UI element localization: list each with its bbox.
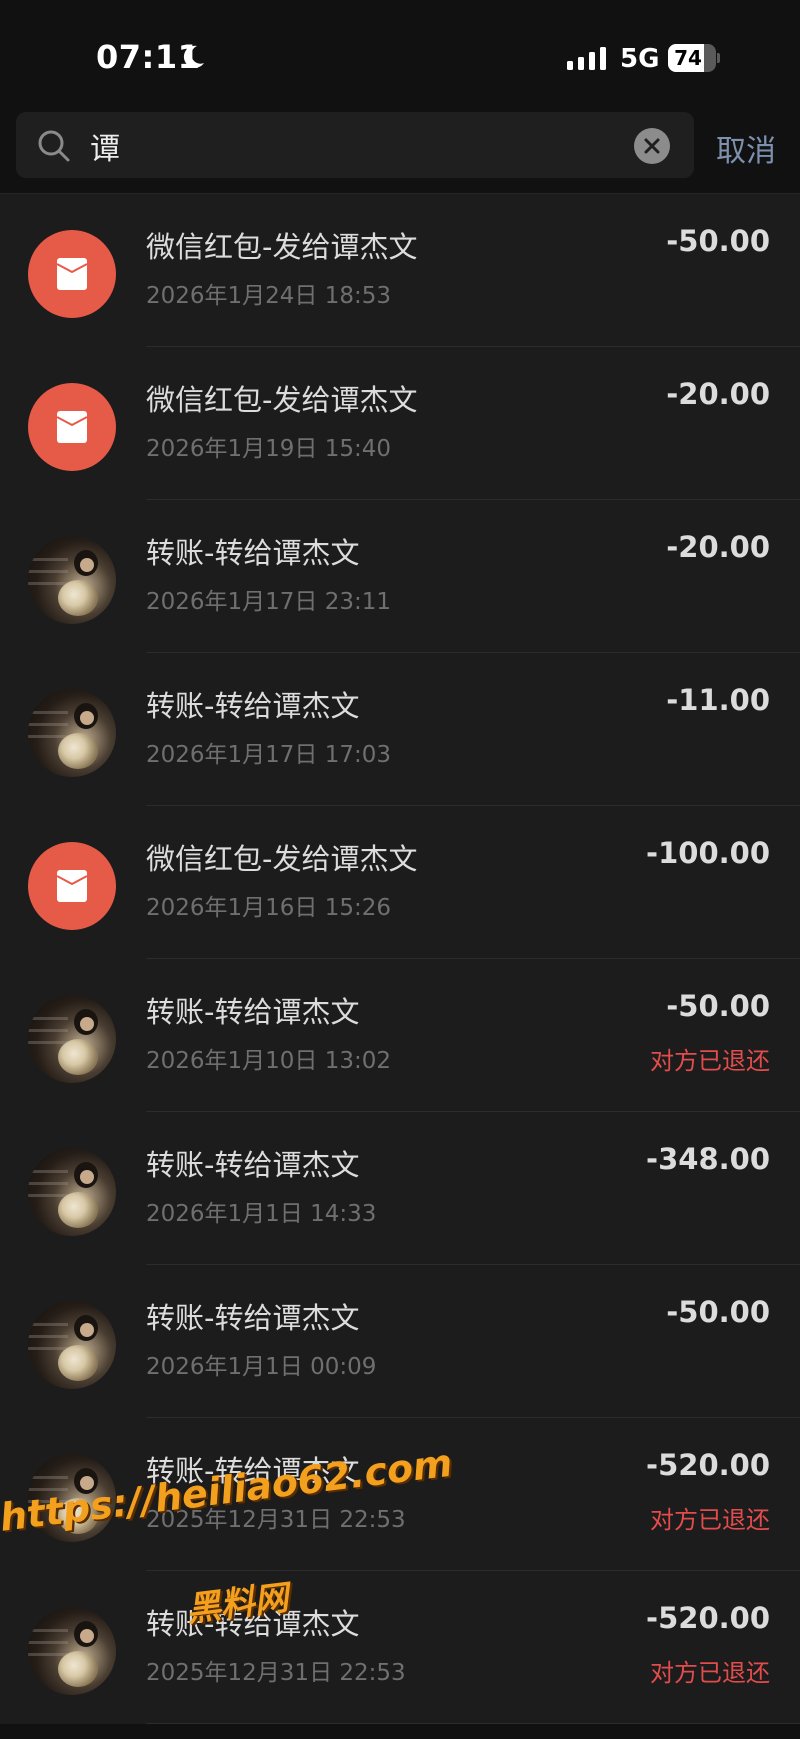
transaction-time: 2026年1月10日 13:02: [146, 1048, 392, 1074]
transaction-title: 转账-转给谭杰文: [146, 1301, 360, 1335]
transaction-amount: -50.00: [666, 1295, 770, 1329]
transaction-item[interactable]: 转账-转给谭杰文 2026年1月1日 14:33 -348.00: [0, 1112, 800, 1265]
transaction-title: 微信红包-发给谭杰文: [146, 230, 418, 264]
transaction-time: 2026年1月24日 18:53: [146, 283, 392, 309]
refund-status: 对方已退还: [650, 1506, 770, 1534]
clear-search-icon[interactable]: [634, 128, 670, 164]
network-type: 5G: [620, 44, 660, 74]
transaction-amount: -11.00: [666, 683, 770, 717]
search-icon: [38, 130, 70, 162]
transaction-title: 转账-转给谭杰文: [146, 1607, 360, 1641]
refund-status: 对方已退还: [650, 1047, 770, 1075]
contact-avatar: [28, 1607, 116, 1695]
contact-avatar: [28, 536, 116, 624]
red-packet-icon: [28, 230, 116, 318]
transaction-list: 微信红包-发给谭杰文 2026年1月24日 18:53 -50.00 微信红包-…: [0, 194, 800, 1724]
cancel-button[interactable]: 取消: [716, 126, 776, 170]
contact-avatar: [28, 689, 116, 777]
transaction-time: 2026年1月17日 23:11: [146, 589, 392, 615]
contact-avatar: [28, 1301, 116, 1389]
transaction-time: 2025年12月31日 22:53: [146, 1507, 406, 1533]
transaction-time: 2026年1月17日 17:03: [146, 742, 392, 768]
battery-percent: 74: [674, 46, 702, 70]
transaction-title: 转账-转给谭杰文: [146, 1148, 360, 1182]
contact-avatar: [28, 995, 116, 1083]
transaction-item[interactable]: 微信红包-发给谭杰文 2026年1月19日 15:40 -20.00: [0, 347, 800, 500]
transaction-amount: -50.00: [666, 989, 770, 1023]
transaction-time: 2026年1月16日 15:26: [146, 895, 392, 921]
signal-strength-icon: [567, 47, 606, 70]
transaction-title: 微信红包-发给谭杰文: [146, 383, 418, 417]
red-packet-icon: [28, 383, 116, 471]
transaction-item[interactable]: 微信红包-发给谭杰文 2026年1月24日 18:53 -50.00: [0, 194, 800, 347]
search-input[interactable]: [88, 121, 632, 171]
transaction-amount: -520.00: [646, 1448, 770, 1482]
transaction-title: 转账-转给谭杰文: [146, 995, 360, 1029]
battery-icon: 74: [668, 44, 720, 72]
transaction-time: 2026年1月1日 00:09: [146, 1354, 377, 1380]
contact-avatar: [28, 1454, 116, 1542]
transaction-amount: -520.00: [646, 1601, 770, 1635]
transaction-item[interactable]: 转账-转给谭杰文 2026年1月17日 17:03 -11.00: [0, 653, 800, 806]
search-box[interactable]: [16, 112, 694, 178]
transaction-amount: -50.00: [666, 224, 770, 258]
transaction-time: 2026年1月19日 15:40: [146, 436, 392, 462]
transaction-title: 转账-转给谭杰文: [146, 536, 360, 570]
transaction-item[interactable]: 转账-转给谭杰文 2025年12月31日 22:53 -520.00 对方已退还: [0, 1418, 800, 1571]
transaction-item[interactable]: 转账-转给谭杰文 2026年1月17日 23:11 -20.00: [0, 500, 800, 653]
transaction-amount: -100.00: [646, 836, 770, 870]
transaction-title: 微信红包-发给谭杰文: [146, 842, 418, 876]
transaction-item[interactable]: 转账-转给谭杰文 2026年1月10日 13:02 -50.00 对方已退还: [0, 959, 800, 1112]
transaction-amount: -20.00: [666, 377, 770, 411]
red-packet-icon: [28, 842, 116, 930]
transaction-item[interactable]: 转账-转给谭杰文 2025年12月31日 22:53 -520.00 对方已退还: [0, 1571, 800, 1724]
transaction-amount: -348.00: [646, 1142, 770, 1176]
transaction-time: 2025年12月31日 22:53: [146, 1660, 406, 1686]
transaction-amount: -20.00: [666, 530, 770, 564]
refund-status: 对方已退还: [650, 1659, 770, 1687]
transaction-title: 转账-转给谭杰文: [146, 1454, 360, 1488]
transaction-time: 2026年1月1日 14:33: [146, 1201, 377, 1227]
transaction-item[interactable]: 微信红包-发给谭杰文 2026年1月16日 15:26 -100.00: [0, 806, 800, 959]
moon-icon: [183, 45, 204, 68]
status-bar: 07:11 5G 74: [0, 0, 800, 110]
transaction-item[interactable]: 转账-转给谭杰文 2026年1月1日 00:09 -50.00: [0, 1265, 800, 1418]
transaction-title: 转账-转给谭杰文: [146, 689, 360, 723]
contact-avatar: [28, 1148, 116, 1236]
